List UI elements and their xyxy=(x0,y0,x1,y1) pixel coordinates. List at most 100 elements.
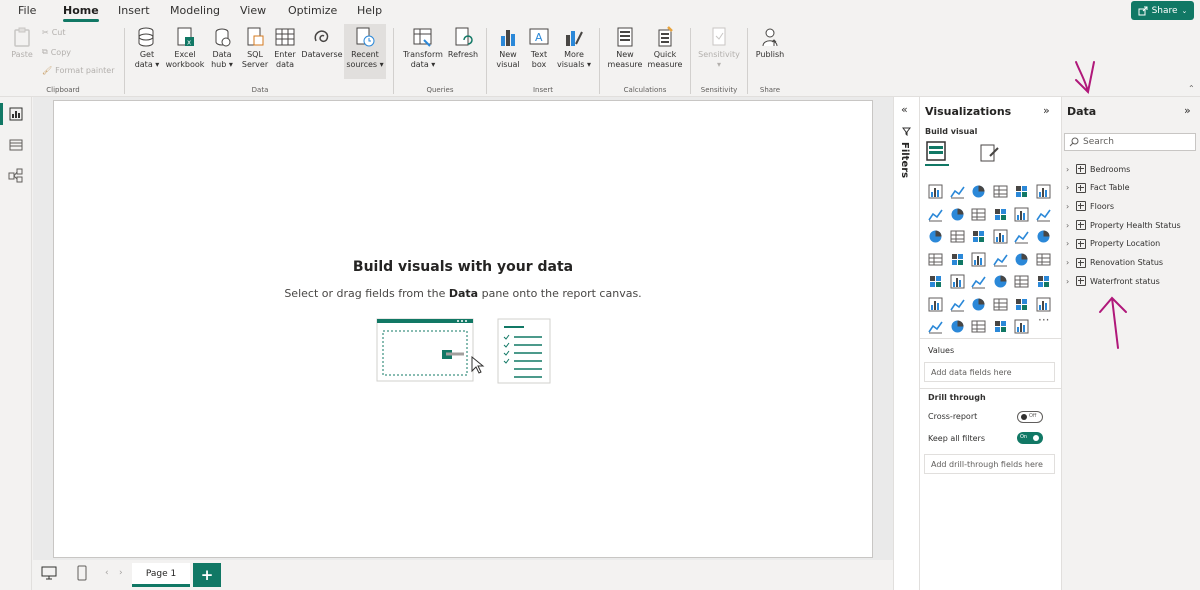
r-visual-icon[interactable] xyxy=(1013,273,1030,290)
chevron-left-icon[interactable]: ‹ xyxy=(105,568,109,578)
ribbon-chart-icon[interactable] xyxy=(1035,206,1052,223)
desktop-view-icon[interactable] xyxy=(41,566,57,580)
key-influencers-icon[interactable] xyxy=(927,296,944,313)
recent-sources-button[interactable]: Recent sources ▾ xyxy=(344,24,386,79)
data-table-item[interactable]: › Property Location xyxy=(1066,237,1160,251)
power-automate-icon[interactable] xyxy=(949,318,966,335)
arcgis-icon[interactable] xyxy=(970,318,987,335)
build-visual-tab[interactable] xyxy=(925,140,949,166)
dataverse-button[interactable]: Dataverse xyxy=(300,26,344,60)
donut-chart-icon[interactable] xyxy=(1013,228,1030,245)
format-painter-button[interactable]: 🖌 Format painter xyxy=(42,66,115,75)
menu-optimize[interactable]: Optimize xyxy=(288,4,337,17)
chevron-right-icon[interactable]: › xyxy=(1066,165,1072,174)
qna-icon[interactable] xyxy=(970,296,987,313)
report-canvas[interactable]: Build visuals with your data Select or d… xyxy=(53,100,873,558)
map-icon[interactable] xyxy=(927,251,944,268)
drill-through-field-well[interactable]: Add drill-through fields here xyxy=(924,454,1055,474)
table-view-icon[interactable] xyxy=(8,137,24,153)
add-page-button[interactable]: + xyxy=(193,563,221,587)
data-hub-button[interactable]: Data hub ▾ xyxy=(207,26,237,70)
menu-modeling[interactable]: Modeling xyxy=(170,4,220,17)
collapse-ribbon-icon[interactable]: ⌃ xyxy=(1188,84,1195,93)
slicer-icon[interactable] xyxy=(949,273,966,290)
expand-filters-icon[interactable]: « xyxy=(901,103,908,116)
quick-measure-button[interactable]: Quick measure xyxy=(645,26,685,70)
collapse-visualizations-icon[interactable]: » xyxy=(1043,104,1050,117)
chevron-right-icon[interactable]: › xyxy=(1066,183,1072,192)
collapse-data-pane-icon[interactable]: » xyxy=(1184,104,1191,117)
line-chart-icon[interactable] xyxy=(927,206,944,223)
menu-help[interactable]: Help xyxy=(357,4,382,17)
power-apps-icon[interactable] xyxy=(927,318,944,335)
cut-button[interactable]: ✂ Cut xyxy=(42,28,66,37)
gauge-icon[interactable] xyxy=(992,251,1009,268)
card-icon[interactable] xyxy=(1013,251,1030,268)
text-box-button[interactable]: A Text box xyxy=(524,26,554,70)
keep-all-filters-toggle[interactable]: On xyxy=(1017,432,1043,444)
get-data-button[interactable]: Get data ▾ xyxy=(130,26,164,70)
page-tab-1[interactable]: Page 1 xyxy=(132,563,190,587)
paste-button[interactable]: Paste xyxy=(8,26,36,60)
stacked-area-chart-icon[interactable] xyxy=(970,206,987,223)
data-table-item[interactable]: › Waterfront status xyxy=(1066,274,1160,288)
smart-narrative-icon[interactable] xyxy=(992,296,1009,313)
pie-chart-icon[interactable] xyxy=(992,228,1009,245)
kpi-icon[interactable] xyxy=(927,273,944,290)
treemap-icon[interactable] xyxy=(1035,228,1052,245)
stacked-column-chart-icon[interactable] xyxy=(949,183,966,200)
cross-report-toggle[interactable]: Off xyxy=(1017,411,1043,423)
transform-data-button[interactable]: Transform data ▾ xyxy=(400,26,446,70)
format-visual-tab[interactable] xyxy=(978,142,1000,168)
mobile-view-icon[interactable] xyxy=(77,565,87,581)
power-bi-visual-icon[interactable] xyxy=(992,318,1009,335)
matrix-icon[interactable] xyxy=(992,273,1009,290)
sensitivity-button[interactable]: Sensitivity ▾ xyxy=(697,26,741,70)
chevron-right-icon[interactable]: › xyxy=(1066,239,1072,248)
100-stacked-column-chart-icon[interactable] xyxy=(1035,183,1052,200)
data-table-item[interactable]: › Floors xyxy=(1066,199,1114,213)
chevron-right-icon[interactable]: › xyxy=(1066,221,1072,230)
excel-workbook-button[interactable]: x Excel workbook xyxy=(164,26,206,70)
azure-map-icon[interactable] xyxy=(970,251,987,268)
paginated-report-icon[interactable] xyxy=(1035,296,1052,313)
copy-button[interactable]: ⧉ Copy xyxy=(42,47,71,57)
scatter-chart-icon[interactable] xyxy=(970,228,987,245)
share-button[interactable]: Share ⌄ xyxy=(1131,1,1194,20)
menu-insert[interactable]: Insert xyxy=(118,4,150,17)
chevron-right-icon[interactable]: › xyxy=(119,568,123,578)
new-measure-button[interactable]: New measure xyxy=(605,26,645,70)
data-table-item[interactable]: › Bedrooms xyxy=(1066,162,1130,176)
menu-view[interactable]: View xyxy=(240,4,266,17)
data-table-item[interactable]: › Fact Table xyxy=(1066,181,1130,195)
model-view-icon[interactable] xyxy=(8,167,24,183)
line-clustered-column-chart-icon[interactable] xyxy=(1013,206,1030,223)
data-table-item[interactable]: › Renovation Status xyxy=(1066,256,1163,270)
waterfall-chart-icon[interactable] xyxy=(927,228,944,245)
stacked-bar-chart-icon[interactable] xyxy=(927,183,944,200)
more-visuals-button[interactable]: More visuals ▾ xyxy=(555,26,593,70)
decomposition-tree-icon[interactable] xyxy=(949,296,966,313)
line-column-chart-icon[interactable] xyxy=(992,206,1009,223)
data-table-item[interactable]: › Property Health Status xyxy=(1066,218,1181,232)
filled-map-icon[interactable] xyxy=(949,251,966,268)
chevron-right-icon[interactable]: › xyxy=(1066,202,1072,211)
more-visuals-ellipsis-icon[interactable]: ··· xyxy=(1038,313,1049,327)
enter-data-button[interactable]: Enter data xyxy=(271,26,299,70)
publish-button[interactable]: Publish xyxy=(753,26,787,60)
clustered-column-chart-icon[interactable] xyxy=(992,183,1009,200)
100-stacked-bar-chart-icon[interactable] xyxy=(1013,183,1030,200)
funnel-chart-icon[interactable] xyxy=(949,228,966,245)
metrics-icon[interactable] xyxy=(1013,296,1030,313)
python-visual-icon[interactable] xyxy=(1035,273,1052,290)
smart-shape-icon[interactable] xyxy=(1013,318,1030,335)
sql-server-button[interactable]: SQL Server xyxy=(239,26,271,70)
menu-home[interactable]: Home xyxy=(63,4,99,22)
clustered-bar-chart-icon[interactable] xyxy=(970,183,987,200)
table-icon[interactable] xyxy=(970,273,987,290)
data-search-box[interactable]: Search xyxy=(1064,133,1196,151)
area-chart-icon[interactable] xyxy=(949,206,966,223)
multi-row-card-icon[interactable] xyxy=(1035,251,1052,268)
refresh-button[interactable]: Refresh xyxy=(446,26,480,60)
values-field-well[interactable]: Add data fields here xyxy=(924,362,1055,382)
